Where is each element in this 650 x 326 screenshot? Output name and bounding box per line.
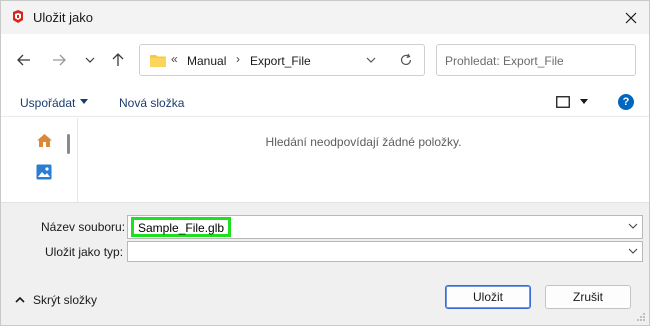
chevron-up-icon[interactable]	[15, 296, 25, 303]
pane-divider[interactable]	[77, 118, 78, 202]
address-segment-manual[interactable]: Manual	[187, 54, 226, 68]
close-button[interactable]	[613, 1, 649, 34]
hide-folders-button[interactable]: Skrýt složky	[33, 293, 97, 307]
recent-locations-button[interactable]	[78, 48, 102, 72]
file-list-area: Hledání neodpovídají žádné položky.	[1, 118, 649, 202]
help-icon[interactable]: ?	[618, 94, 634, 110]
filetype-select[interactable]	[127, 241, 643, 262]
save-as-dialog: Uložit jako « Manual › Export_File Prohl…	[0, 0, 650, 326]
pictures-icon[interactable]	[36, 164, 52, 180]
navigation-bar: « Manual › Export_File Prohledat: Export…	[1, 34, 649, 87]
chevron-down-icon	[85, 57, 95, 63]
filename-input[interactable]: Sample_File.glb	[138, 222, 224, 234]
filename-field[interactable]: Sample_File.glb	[127, 215, 643, 239]
search-input[interactable]: Prohledat: Export_File	[445, 54, 564, 68]
address-separator[interactable]: ›	[236, 52, 240, 66]
command-bar: Uspořádat Nová složka ?	[1, 87, 649, 117]
chevron-down-icon[interactable]	[628, 223, 638, 229]
navigation-pane-scrollbar[interactable]	[67, 134, 70, 154]
organize-button[interactable]: Uspořádat	[20, 96, 75, 110]
empty-results-message: Hledání neodpovídají žádné položky.	[265, 135, 462, 149]
home-icon[interactable]	[36, 133, 53, 148]
filename-label: Název souboru:	[41, 220, 126, 234]
forward-button[interactable]	[47, 48, 71, 72]
search-box[interactable]: Prohledat: Export_File	[436, 44, 636, 76]
save-button[interactable]: Uložit	[445, 285, 531, 309]
view-options-icon[interactable]	[556, 96, 570, 108]
close-icon	[625, 12, 637, 23]
window-title: Uložit jako	[33, 10, 93, 25]
arrow-right-icon	[53, 54, 66, 66]
new-folder-button[interactable]: Nová složka	[119, 96, 184, 110]
arrow-left-icon	[17, 54, 30, 66]
folder-icon	[150, 55, 166, 67]
caret-down-icon[interactable]	[580, 99, 588, 104]
caret-down-icon[interactable]	[80, 99, 88, 104]
refresh-icon[interactable]	[399, 53, 413, 67]
cancel-button[interactable]: Zrušit	[545, 285, 631, 309]
save-options-panel: Název souboru: Sample_File.glb Uložit ja…	[1, 202, 649, 325]
filename-highlight[interactable]: Sample_File.glb	[131, 217, 232, 237]
filetype-label: Uložit jako typ:	[45, 245, 124, 259]
chevron-down-icon[interactable]	[364, 53, 378, 67]
navigation-pane	[1, 118, 77, 202]
resize-grip-icon[interactable]	[636, 312, 646, 322]
address-bar[interactable]: « Manual › Export_File	[139, 44, 425, 76]
title-bar: Uložit jako	[1, 1, 649, 34]
back-button[interactable]	[12, 48, 36, 72]
address-segment-export-file[interactable]: Export_File	[250, 54, 311, 68]
up-button[interactable]	[106, 48, 130, 72]
address-overflow[interactable]: «	[171, 52, 178, 66]
chevron-down-icon[interactable]	[628, 248, 638, 254]
sketchup-icon	[13, 10, 23, 23]
arrow-up-icon	[112, 53, 124, 66]
